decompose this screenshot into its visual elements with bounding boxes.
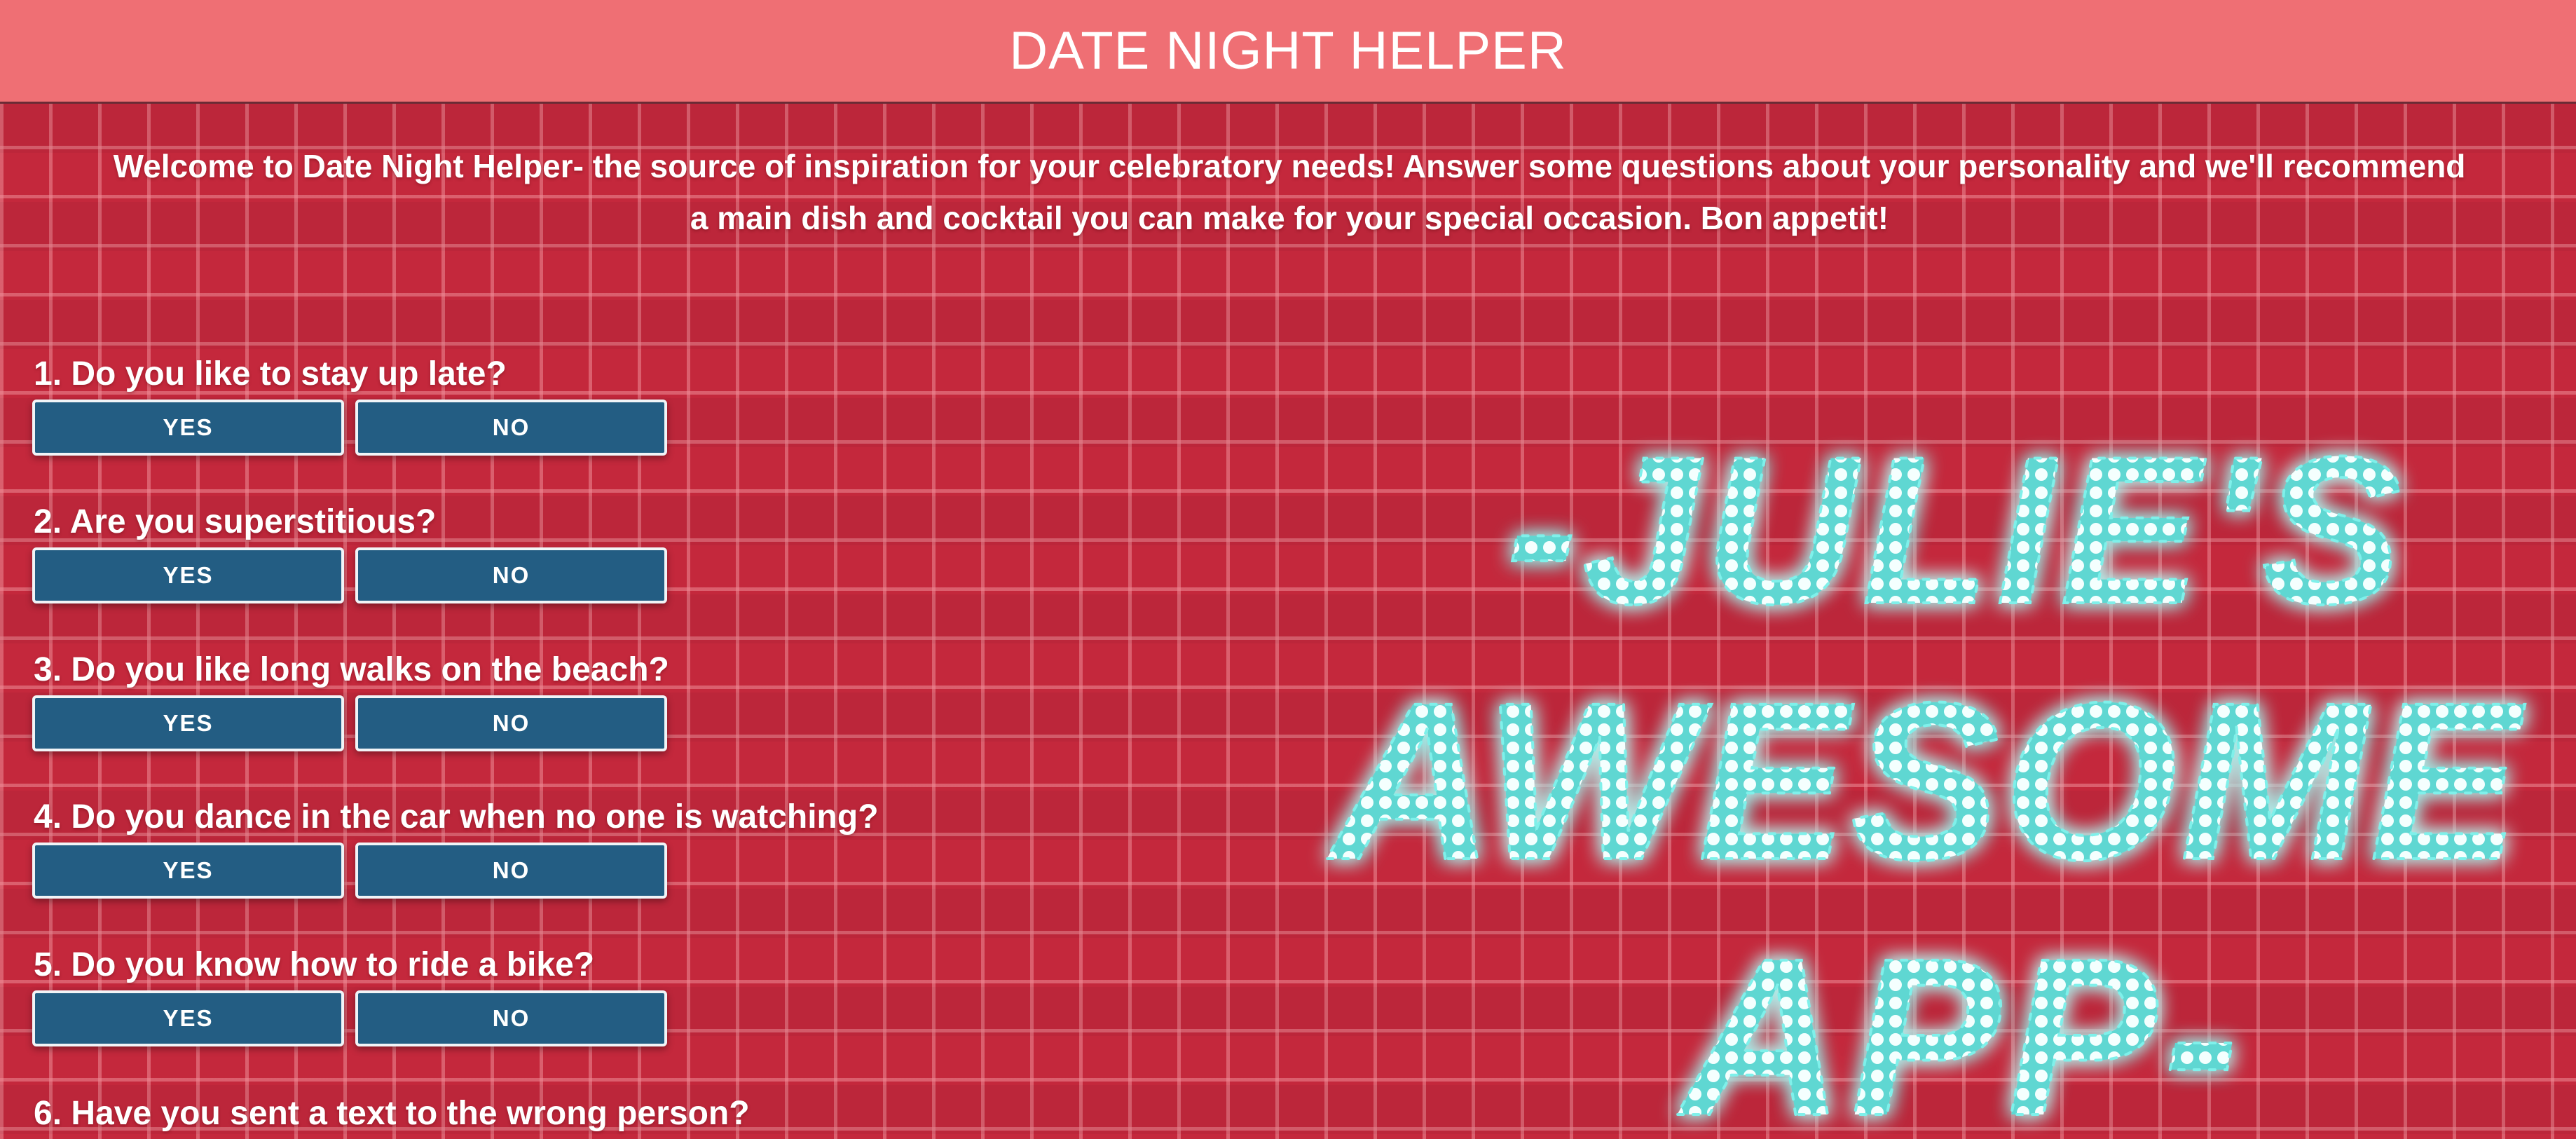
no-button[interactable]: NO (355, 695, 667, 751)
question-2: 2. Are you superstitious? YES NO (32, 501, 667, 603)
question-text: 6. Have you sent a text to the wrong per… (34, 1095, 750, 1132)
neon-line-3: APP- (1675, 911, 2246, 1139)
yes-button[interactable]: YES (32, 695, 344, 751)
question-4: 4. Do you dance in the car when no one i… (32, 796, 879, 899)
question-text: 4. Do you dance in the car when no one i… (34, 798, 879, 836)
no-button[interactable]: NO (355, 547, 667, 603)
question-5: 5. Do you know how to ride a bike? YES N… (32, 944, 667, 1046)
question-text: 2. Are you superstitious? (34, 503, 437, 540)
question-6: 6. Have you sent a text to the wrong per… (32, 1093, 750, 1139)
neon-sign: -JULIE'S AWESOME APP- (1303, 393, 2576, 1139)
intro-line-2: a main dish and cocktail you can make fo… (690, 200, 1889, 236)
page-title: DATE NIGHT HELPER (1009, 21, 1567, 81)
question-3: 3. Do you like long walks on the beach? … (32, 649, 669, 751)
yes-button[interactable]: YES (32, 843, 344, 899)
question-text: 3. Do you like long walks on the beach? (34, 651, 669, 688)
question-text: 5. Do you know how to ride a bike? (34, 946, 595, 983)
intro-text: Welcome to Date Night Helper- the source… (28, 140, 2551, 244)
yes-button[interactable]: YES (32, 990, 344, 1046)
neon-line-2: AWESOME (1324, 655, 2528, 906)
yes-button[interactable]: YES (32, 547, 344, 603)
question-text: 1. Do you like to stay up late? (34, 355, 507, 393)
no-button[interactable]: NO (355, 400, 667, 456)
question-1: 1. Do you like to stay up late? YES NO (32, 353, 667, 456)
yes-button[interactable]: YES (32, 400, 344, 456)
intro-line-1: Welcome to Date Night Helper- the source… (113, 148, 2466, 184)
no-button[interactable]: NO (355, 990, 667, 1046)
neon-line-1: -JULIE'S (1507, 412, 2408, 648)
app-header: DATE NIGHT HELPER (0, 0, 2576, 104)
no-button[interactable]: NO (355, 843, 667, 899)
